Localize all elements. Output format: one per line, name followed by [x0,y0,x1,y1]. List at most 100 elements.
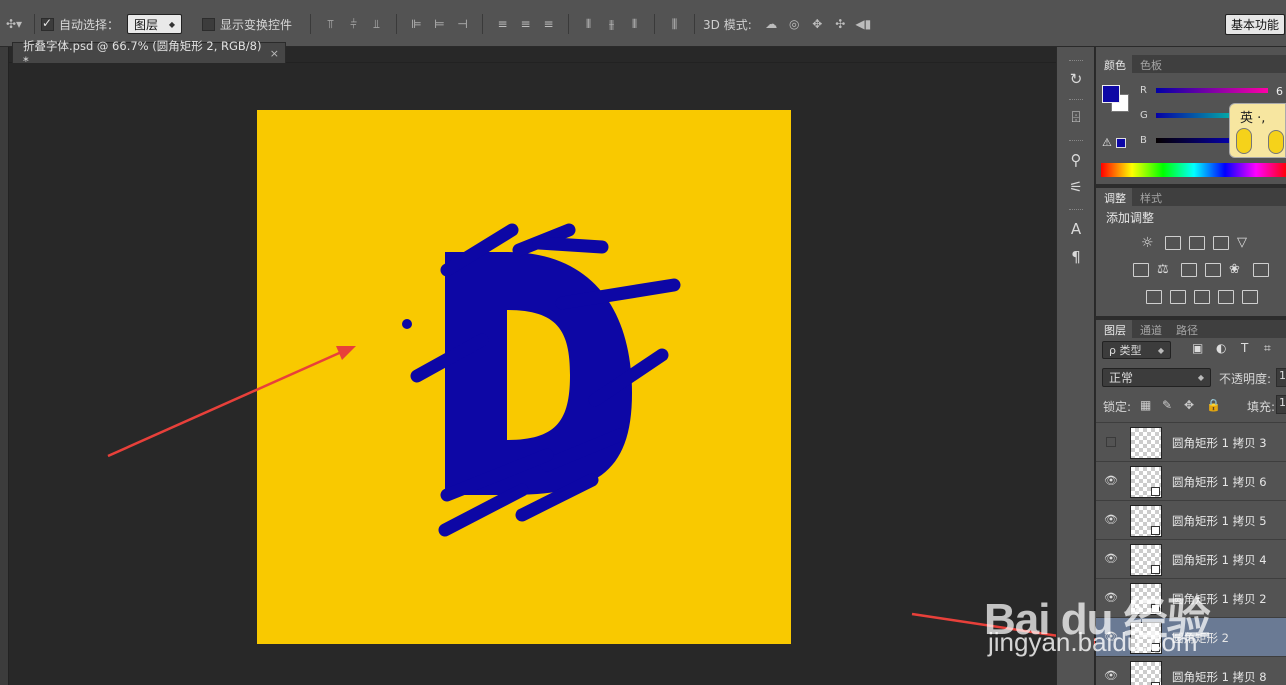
dropdown-arrow-icon: ◆ [1157,345,1164,355]
align-left-icon[interactable]: ⊫ [408,16,425,32]
history-icon[interactable]: ↻ [1066,69,1086,89]
brush-presets-icon[interactable]: ⚲ [1066,150,1086,170]
layer-row[interactable]: 圆角矩形 1 拷贝 3 [1096,422,1286,461]
filter-type-icon[interactable]: T [1241,341,1248,355]
3d-roll-icon[interactable]: ◎ [786,16,803,32]
blend-mode-value: 正常 [1109,371,1134,385]
distribute-left-icon[interactable]: ⫴ [580,16,597,32]
3d-rotate-icon[interactable]: ☁ [763,16,780,32]
document-canvas[interactable] [257,110,791,644]
workspace-switcher-button[interactable]: 基本功能 [1225,14,1285,35]
show-transform-checkbox[interactable] [202,17,216,31]
lock-transparent-icon[interactable]: ▦ [1140,398,1151,412]
layer-row[interactable]: 👁 圆角矩形 1 拷贝 4 [1096,539,1286,578]
gradient-map-icon[interactable] [1242,290,1258,304]
foreground-color-swatch[interactable] [1102,85,1120,103]
lock-position-icon[interactable]: ✥ [1184,398,1194,412]
selective-color-icon[interactable] [1218,290,1234,304]
eye-icon[interactable]: 👁 [1104,630,1118,644]
auto-select-target-dropdown[interactable]: 图层 ◆ [127,14,183,34]
tools-panel[interactable] [0,47,9,685]
channel-r-value[interactable]: 6 [1276,85,1283,98]
layer-row-selected[interactable]: 👁 圆角矩形 2 [1096,617,1286,656]
layers-list: 圆角矩形 1 拷贝 3 👁 圆角矩形 1 拷贝 6 👁 圆角矩形 1 拷贝 5 … [1096,422,1286,685]
layer-row[interactable]: 👁 圆角矩形 1 拷贝 6 [1096,461,1286,500]
color-balance-icon[interactable]: ⚖ [1157,263,1173,277]
lock-all-icon[interactable]: 🔒 [1206,398,1221,412]
document-tab[interactable]: 折叠字体.psd @ 66.7% (圆角矩形 2, RGB/8) * × [12,39,286,68]
fill-field[interactable]: 10 [1276,395,1286,414]
black-white-icon[interactable] [1181,263,1197,277]
photo-filter-icon[interactable] [1205,263,1221,277]
auto-select-checkbox[interactable] [41,16,54,31]
align-right-icon[interactable]: ⊣ [454,16,471,32]
distribute-vcenter-icon[interactable]: ≡ [517,16,534,32]
ime-toolbar[interactable]: 英 ·, [1229,103,1286,158]
3d-scale-icon[interactable]: ◀▮ [855,16,872,32]
exposure-icon[interactable] [1213,236,1229,250]
layer-name: 圆角矩形 1 拷贝 5 [1172,514,1267,528]
align-top-icon[interactable]: ⫪ [322,16,339,32]
auto-select-label: 自动选择： [59,17,120,32]
filter-adjustment-icon[interactable]: ◐ [1216,341,1226,355]
filter-shape-icon[interactable]: ⌗ [1264,341,1271,356]
distribute-hcenter-icon[interactable]: ⫵ [603,16,620,32]
web-color-swatch[interactable] [1116,138,1126,148]
lock-label: 锁定: [1103,400,1132,414]
channel-mixer-icon[interactable]: ❀ [1229,263,1245,277]
layer-row[interactable]: 👁 圆角矩形 1 拷贝 5 [1096,500,1286,539]
threshold-icon[interactable] [1194,290,1210,304]
opacity-field[interactable]: 10 [1276,368,1286,387]
tab-paths[interactable]: 路径 [1168,320,1204,338]
invert-icon[interactable] [1146,290,1162,304]
close-icon[interactable]: × [270,47,279,60]
layer-thumbnail [1130,505,1162,537]
properties-icon[interactable]: ⌹ [1066,107,1086,127]
channel-r-slider[interactable] [1156,88,1268,93]
tab-color[interactable]: 颜色 [1096,55,1132,73]
layer-row[interactable]: 👁 圆角矩形 1 拷贝 8 [1096,656,1286,685]
layer-thumbnail [1130,622,1162,654]
visibility-toggle[interactable] [1106,437,1116,447]
tab-layers[interactable]: 图层 [1096,320,1132,338]
tab-adjustments[interactable]: 调整 [1096,188,1132,206]
brush-icon[interactable]: ⚟ [1066,177,1086,197]
distribute-top-icon[interactable]: ≡ [494,16,511,32]
distribute-bottom-icon[interactable]: ≡ [540,16,557,32]
layer-row[interactable]: 👁 圆角矩形 1 拷贝 2 [1096,578,1286,617]
curves-icon[interactable] [1189,236,1205,250]
eye-icon[interactable]: 👁 [1104,669,1118,683]
posterize-icon[interactable] [1170,290,1186,304]
3d-pan-icon[interactable]: ✥ [809,16,826,32]
distribute-right-icon[interactable]: ⫴ [626,16,643,32]
tab-swatches[interactable]: 色板 [1132,55,1168,73]
panel-grip [1069,209,1083,211]
layer-filter-dropdown[interactable]: ρ 类型 ◆ [1102,341,1171,359]
brightness-contrast-icon[interactable]: ☼ [1141,236,1157,250]
align-bottom-icon[interactable]: ⫫ [368,16,385,32]
blend-mode-dropdown[interactable]: 正常 ◆ [1102,368,1211,387]
color-lookup-icon[interactable] [1253,263,1269,277]
hue-saturation-icon[interactable] [1133,263,1149,277]
tab-channels[interactable]: 通道 [1132,320,1168,338]
layers-panel-tabs: 图层 通道 路径 [1096,320,1204,338]
eye-icon[interactable]: 👁 [1104,513,1118,527]
align-vcenter-icon[interactable]: ⫩ [345,16,362,32]
paragraph-icon[interactable]: ¶ [1066,247,1086,267]
eye-icon[interactable]: 👁 [1104,591,1118,605]
eye-icon[interactable]: 👁 [1104,474,1118,488]
eye-icon[interactable]: 👁 [1104,552,1118,566]
auto-align-icon[interactable]: ⫼ [666,16,683,32]
color-spectrum-bar[interactable] [1101,163,1286,177]
panel-grip [1069,99,1083,101]
vibrance-icon[interactable]: ▽ [1237,236,1253,250]
3d-slide-icon[interactable]: ✣ [832,16,849,32]
move-tool-icon[interactable]: ✣▾ [3,16,25,32]
lock-image-icon[interactable]: ✎ [1162,398,1172,412]
character-icon[interactable]: A [1066,219,1086,239]
levels-icon[interactable] [1165,236,1181,250]
align-hcenter-icon[interactable]: ⊨ [431,16,448,32]
filter-pixel-icon[interactable]: ▣ [1192,341,1203,355]
panel-grip [1069,60,1083,62]
tab-styles[interactable]: 样式 [1132,188,1168,206]
